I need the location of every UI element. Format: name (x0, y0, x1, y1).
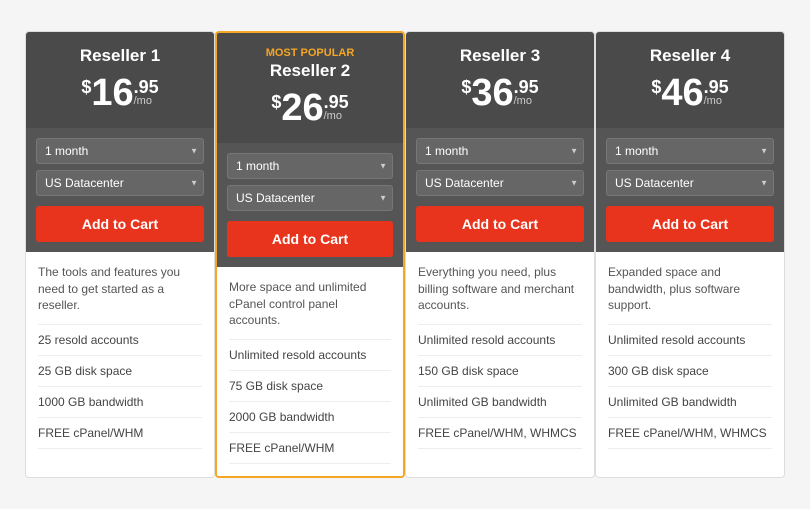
price-dollar-reseller3: $ (461, 78, 471, 96)
period-select-wrapper-reseller2: 1 month3 months6 months12 months (227, 153, 393, 179)
price-mo-reseller1: /mo (134, 96, 152, 107)
price-dollar-reseller1: $ (81, 78, 91, 96)
feature-item: Unlimited GB bandwidth (418, 386, 582, 417)
price-mo-reseller4: /mo (704, 96, 722, 107)
datacenter-select-wrapper-reseller1: US DatacenterEU Datacenter (36, 170, 204, 196)
datacenter-select-reseller3[interactable]: US DatacenterEU Datacenter (416, 170, 584, 196)
plan-controls-reseller2: 1 month3 months6 months12 months US Data… (217, 143, 403, 267)
price-dollar-reseller2: $ (271, 93, 281, 111)
feature-item: FREE cPanel/WHM, WHMCS (418, 417, 582, 449)
period-select-reseller4[interactable]: 1 month3 months6 months12 months (606, 138, 774, 164)
feature-item: Unlimited resold accounts (608, 324, 772, 355)
plan-description-reseller3: Everything you need, plus billing softwa… (418, 264, 582, 314)
plan-name-reseller1: Reseller 1 (38, 46, 202, 66)
feature-item: 2000 GB bandwidth (229, 401, 391, 432)
period-select-wrapper-reseller1: 1 month3 months6 months12 months (36, 138, 204, 164)
plan-controls-reseller4: 1 month3 months6 months12 months US Data… (596, 128, 784, 252)
feature-item: 150 GB disk space (418, 355, 582, 386)
add-to-cart-button-reseller2[interactable]: Add to Cart (227, 221, 393, 257)
datacenter-select-wrapper-reseller4: US DatacenterEU Datacenter (606, 170, 774, 196)
plan-description-reseller1: The tools and features you need to get s… (38, 264, 202, 314)
plan-controls-reseller1: 1 month3 months6 months12 months US Data… (26, 128, 214, 252)
plan-controls-reseller3: 1 month3 months6 months12 months US Data… (406, 128, 594, 252)
feature-item: Unlimited resold accounts (418, 324, 582, 355)
price-cents-reseller1: .95 (134, 78, 159, 96)
price-whole-reseller4: 46 (661, 74, 703, 112)
price-cents-reseller2: .95 (324, 93, 349, 111)
price-mo-reseller2: /mo (324, 111, 342, 122)
pricing-container: Reseller 1 $ 16 .95 /mo 1 month3 months6… (0, 11, 810, 498)
feature-item: FREE cPanel/WHM (38, 417, 202, 449)
period-select-wrapper-reseller4: 1 month3 months6 months12 months (606, 138, 774, 164)
plan-price-reseller2: $ 26 .95 /mo (229, 89, 391, 127)
feature-item: 75 GB disk space (229, 370, 391, 401)
feature-item: 1000 GB bandwidth (38, 386, 202, 417)
feature-item: FREE cPanel/WHM (229, 432, 391, 464)
plan-header-reseller2: Most Popular Reseller 2 $ 26 .95 /mo (217, 33, 403, 143)
plan-card-reseller4: Reseller 4 $ 46 .95 /mo 1 month3 months6… (595, 31, 785, 478)
plan-features-reseller4: Expanded space and bandwidth, plus softw… (596, 252, 784, 461)
price-whole-reseller1: 16 (91, 74, 133, 112)
price-whole-reseller3: 36 (471, 74, 513, 112)
plan-card-reseller1: Reseller 1 $ 16 .95 /mo 1 month3 months6… (25, 31, 215, 478)
feature-item: Unlimited resold accounts (229, 339, 391, 370)
price-whole-reseller2: 26 (281, 89, 323, 127)
add-to-cart-button-reseller4[interactable]: Add to Cart (606, 206, 774, 242)
plan-features-reseller1: The tools and features you need to get s… (26, 252, 214, 461)
price-cents-mo-reseller2: .95 /mo (324, 93, 349, 122)
plan-header-reseller1: Reseller 1 $ 16 .95 /mo (26, 32, 214, 128)
datacenter-select-reseller1[interactable]: US DatacenterEU Datacenter (36, 170, 204, 196)
most-popular-label: Most Popular (229, 47, 391, 59)
plan-description-reseller4: Expanded space and bandwidth, plus softw… (608, 264, 772, 314)
period-select-reseller3[interactable]: 1 month3 months6 months12 months (416, 138, 584, 164)
plan-features-reseller3: Everything you need, plus billing softwa… (406, 252, 594, 461)
datacenter-select-reseller4[interactable]: US DatacenterEU Datacenter (606, 170, 774, 196)
plan-header-reseller4: Reseller 4 $ 46 .95 /mo (596, 32, 784, 128)
plan-header-reseller3: Reseller 3 $ 36 .95 /mo (406, 32, 594, 128)
feature-item: FREE cPanel/WHM, WHMCS (608, 417, 772, 449)
price-cents-mo-reseller1: .95 /mo (134, 78, 159, 107)
feature-item: 25 GB disk space (38, 355, 202, 386)
datacenter-select-wrapper-reseller2: US DatacenterEU Datacenter (227, 185, 393, 211)
price-cents-reseller4: .95 (704, 78, 729, 96)
add-to-cart-button-reseller1[interactable]: Add to Cart (36, 206, 204, 242)
plan-description-reseller2: More space and unlimited cPanel control … (229, 279, 391, 329)
period-select-reseller1[interactable]: 1 month3 months6 months12 months (36, 138, 204, 164)
feature-item: 25 resold accounts (38, 324, 202, 355)
plan-name-reseller4: Reseller 4 (608, 46, 772, 66)
price-mo-reseller3: /mo (514, 96, 532, 107)
price-cents-mo-reseller4: .95 /mo (704, 78, 729, 107)
price-dollar-reseller4: $ (651, 78, 661, 96)
price-cents-mo-reseller3: .95 /mo (514, 78, 539, 107)
price-cents-reseller3: .95 (514, 78, 539, 96)
plan-features-reseller2: More space and unlimited cPanel control … (217, 267, 403, 476)
datacenter-select-reseller2[interactable]: US DatacenterEU Datacenter (227, 185, 393, 211)
plan-name-reseller3: Reseller 3 (418, 46, 582, 66)
plan-price-reseller4: $ 46 .95 /mo (608, 74, 772, 112)
feature-item: Unlimited GB bandwidth (608, 386, 772, 417)
plan-price-reseller3: $ 36 .95 /mo (418, 74, 582, 112)
datacenter-select-wrapper-reseller3: US DatacenterEU Datacenter (416, 170, 584, 196)
period-select-wrapper-reseller3: 1 month3 months6 months12 months (416, 138, 584, 164)
period-select-reseller2[interactable]: 1 month3 months6 months12 months (227, 153, 393, 179)
plan-price-reseller1: $ 16 .95 /mo (38, 74, 202, 112)
plan-card-reseller3: Reseller 3 $ 36 .95 /mo 1 month3 months6… (405, 31, 595, 478)
add-to-cart-button-reseller3[interactable]: Add to Cart (416, 206, 584, 242)
plan-card-reseller2: Most Popular Reseller 2 $ 26 .95 /mo 1 m… (215, 31, 405, 478)
plan-name-reseller2: Reseller 2 (229, 61, 391, 81)
feature-item: 300 GB disk space (608, 355, 772, 386)
